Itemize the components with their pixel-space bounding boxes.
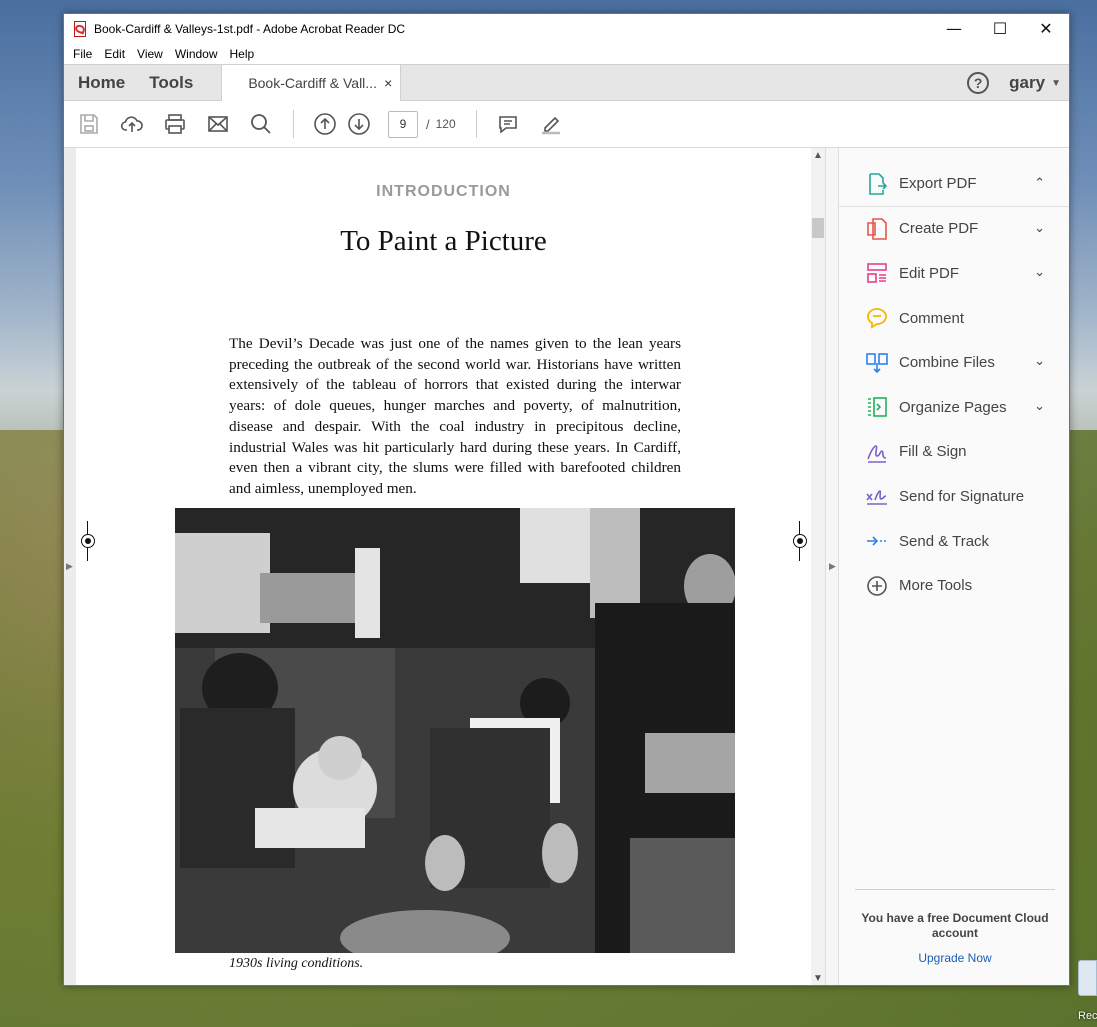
tool-label: Combine Files — [899, 354, 995, 372]
tool-create-pdf[interactable]: Create PDF ⌄ — [839, 207, 1069, 252]
collapse-chevron-icon[interactable]: ⌃ — [1034, 176, 1045, 191]
comment-icon[interactable] — [495, 111, 521, 137]
prev-page-icon[interactable] — [312, 111, 338, 137]
combine-files-icon — [865, 351, 889, 375]
create-pdf-icon — [865, 217, 889, 241]
tool-more-tools[interactable]: More Tools — [839, 563, 1069, 608]
tools-pane: Export PDF ⌃ Create PDF ⌄ Edit PDF ⌄ Com… — [839, 148, 1069, 985]
tool-label: Comment — [899, 309, 965, 327]
toolbar-divider — [475, 110, 477, 138]
user-menu-caret-icon[interactable]: ▼ — [1051, 78, 1061, 89]
upgrade-link[interactable]: Upgrade Now — [855, 951, 1055, 965]
expand-chevron-icon[interactable]: ⌄ — [1034, 399, 1045, 414]
tool-label: More Tools — [899, 577, 973, 595]
cloud-promo: You have a free Document Cloud account U… — [855, 889, 1055, 965]
page-total: 120 — [435, 117, 456, 131]
tool-label: Send for Signature — [899, 487, 1025, 505]
tab-document[interactable]: Book-Cardiff & Vall... × — [221, 65, 402, 101]
export-pdf-icon — [865, 172, 889, 196]
title-bar[interactable]: Book-Cardiff & Valleys-1st.pdf - Adobe A… — [64, 14, 1069, 43]
tab-home[interactable]: Home — [64, 65, 137, 100]
send-track-icon — [865, 529, 889, 553]
menu-file[interactable]: File — [68, 47, 97, 61]
tool-label: Edit PDF — [899, 264, 960, 282]
acrobat-icon — [72, 20, 88, 37]
close-tab-icon[interactable]: × — [384, 75, 392, 91]
maximize-button[interactable]: ☐ — [977, 14, 1023, 43]
print-icon[interactable] — [162, 111, 188, 137]
tab-tools[interactable]: Tools — [137, 65, 205, 100]
tool-organize-pages[interactable]: Organize Pages ⌄ — [839, 385, 1069, 430]
highlight-pen-icon[interactable] — [538, 111, 564, 137]
save-icon[interactable] — [76, 111, 102, 137]
page-marker-left-icon — [78, 521, 98, 561]
section-label: INTRODUCTION — [376, 183, 511, 200]
tool-edit-pdf[interactable]: Edit PDF ⌄ — [839, 251, 1069, 296]
tool-send-track[interactable]: Send & Track — [839, 519, 1069, 564]
organize-pages-icon — [865, 395, 889, 419]
tool-label: Fill & Sign — [899, 443, 967, 461]
promo-text: You have a free Document Cloud account — [861, 911, 1049, 940]
expand-chevron-icon[interactable]: ⌄ — [1034, 265, 1045, 280]
historical-photo — [175, 508, 735, 953]
main-toolbar: 9 / 120 — [64, 101, 1069, 148]
tool-label: Export PDF — [899, 175, 977, 193]
fill-sign-icon — [865, 440, 889, 464]
left-panel-toggle-icon[interactable]: ▶ — [66, 561, 73, 572]
page-marker-right-icon — [790, 521, 810, 561]
right-panel-toggle-icon[interactable]: ▶ — [829, 561, 836, 572]
tool-label: Create PDF — [899, 220, 979, 238]
vertical-scrollbar[interactable]: ▲ ▼ — [811, 148, 825, 985]
body-paragraph: The Devil’s Decade was just one of the n… — [229, 335, 681, 497]
tool-combine-files[interactable]: Combine Files ⌄ — [839, 340, 1069, 385]
comment-tool-icon — [865, 306, 889, 330]
send-signature-icon — [865, 484, 889, 508]
scroll-up-icon[interactable]: ▲ — [813, 150, 823, 161]
chapter-title: To Paint a Picture — [340, 225, 547, 257]
upload-cloud-icon[interactable] — [119, 111, 145, 137]
document-view[interactable]: INTRODUCTION To Paint a Picture The Devi… — [64, 148, 825, 985]
toolbar-divider — [293, 110, 294, 138]
search-icon[interactable] — [248, 111, 274, 137]
menu-window[interactable]: Window — [170, 47, 223, 61]
minimize-button[interactable]: — — [931, 14, 977, 43]
next-page-icon[interactable] — [346, 111, 372, 137]
tool-export-pdf[interactable]: Export PDF ⌃ — [839, 162, 1069, 207]
menu-view[interactable]: View — [132, 47, 168, 61]
expand-chevron-icon[interactable]: ⌄ — [1034, 221, 1045, 236]
tab-bar: Home Tools Book-Cardiff & Vall... × ? ga… — [64, 64, 1069, 101]
page-number-input[interactable]: 9 — [388, 110, 418, 138]
document-tab-label: Book-Cardiff & Vall... — [248, 75, 377, 91]
recycle-bin-label: Recyc — [1078, 1010, 1097, 1022]
tool-send-for-signature[interactable]: Send for Signature — [839, 474, 1069, 519]
close-button[interactable]: ✕ — [1023, 14, 1069, 43]
menu-bar: File Edit View Window Help — [64, 43, 1069, 64]
recycle-bin[interactable]: Recyc — [1078, 960, 1097, 1027]
acrobat-window: Book-Cardiff & Valleys-1st.pdf - Adobe A… — [63, 13, 1070, 986]
recycle-bin-icon — [1078, 960, 1097, 996]
edit-pdf-icon — [865, 261, 889, 285]
window-title: Book-Cardiff & Valleys-1st.pdf - Adobe A… — [94, 21, 406, 36]
content-area: INTRODUCTION To Paint a Picture The Devi… — [64, 148, 1069, 985]
menu-help[interactable]: Help — [225, 47, 260, 61]
scroll-thumb[interactable] — [812, 218, 824, 238]
page-separator: / — [426, 116, 430, 132]
panel-splitter[interactable]: ▶ — [825, 148, 839, 985]
user-name[interactable]: gary — [1009, 73, 1045, 93]
scroll-down-icon[interactable]: ▼ — [813, 973, 823, 984]
expand-chevron-icon[interactable]: ⌄ — [1034, 354, 1045, 369]
tool-label: Send & Track — [899, 532, 990, 550]
photo-caption: 1930s living conditions. — [229, 956, 364, 971]
menu-edit[interactable]: Edit — [99, 47, 130, 61]
tool-fill-sign[interactable]: Fill & Sign — [839, 430, 1069, 475]
pdf-page[interactable]: INTRODUCTION To Paint a Picture The Devi… — [76, 148, 811, 985]
tool-label: Organize Pages — [899, 398, 1007, 416]
tool-comment[interactable]: Comment — [839, 296, 1069, 341]
email-icon[interactable] — [205, 111, 231, 137]
more-tools-icon — [865, 574, 889, 598]
help-icon[interactable]: ? — [967, 72, 990, 94]
